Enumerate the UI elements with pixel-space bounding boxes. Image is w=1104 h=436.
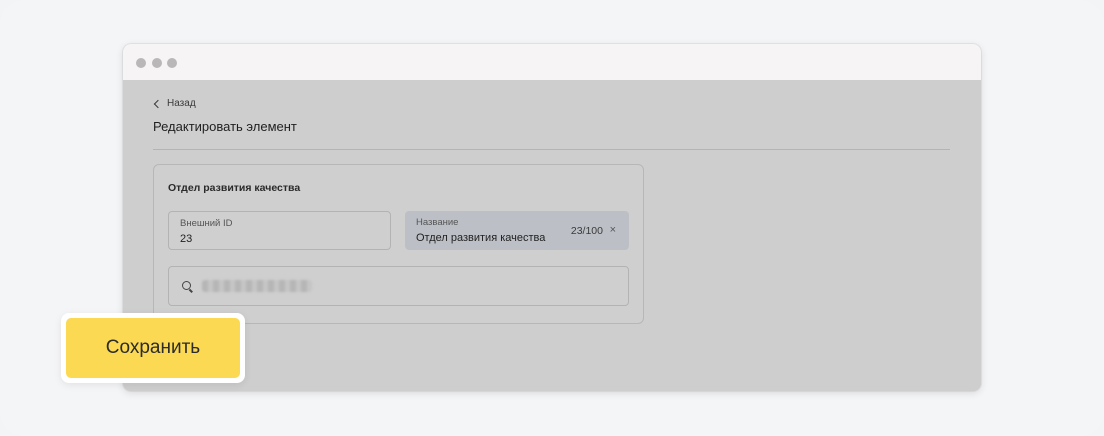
page-title: Редактировать элемент	[153, 119, 297, 134]
divider	[153, 149, 950, 150]
clear-icon[interactable]: ×	[610, 224, 616, 236]
chevron-left-icon	[153, 99, 163, 108]
external-id-field[interactable]: Внешний ID 23	[168, 211, 391, 250]
name-field[interactable]: Название Отдел развития качества 23/100 …	[405, 211, 629, 250]
back-link[interactable]: Назад	[153, 98, 196, 109]
char-counter: 23/100	[570, 225, 603, 237]
search-input[interactable]	[168, 266, 629, 306]
page-content: Назад Редактировать элемент Отдел развит…	[123, 80, 981, 391]
save-button[interactable]: Сохранить	[66, 318, 240, 378]
name-value[interactable]: Отдел развития качества	[416, 232, 545, 244]
name-label: Название	[416, 217, 459, 228]
browser-window: Назад Редактировать элемент Отдел развит…	[123, 44, 981, 391]
blurred-value	[202, 280, 312, 292]
window-dot-icon	[152, 58, 162, 68]
window-dot-icon	[167, 58, 177, 68]
external-id-label: Внешний ID	[180, 218, 233, 229]
back-label: Назад	[167, 98, 196, 109]
edit-card: Отдел развития качества Внешний ID 23 На…	[153, 164, 644, 324]
window-titlebar	[123, 44, 981, 81]
search-icon	[182, 281, 191, 290]
external-id-value[interactable]: 23	[180, 233, 192, 245]
save-button-highlight: Сохранить	[61, 313, 245, 383]
window-dot-icon	[136, 58, 146, 68]
card-title: Отдел развития качества	[168, 182, 301, 194]
